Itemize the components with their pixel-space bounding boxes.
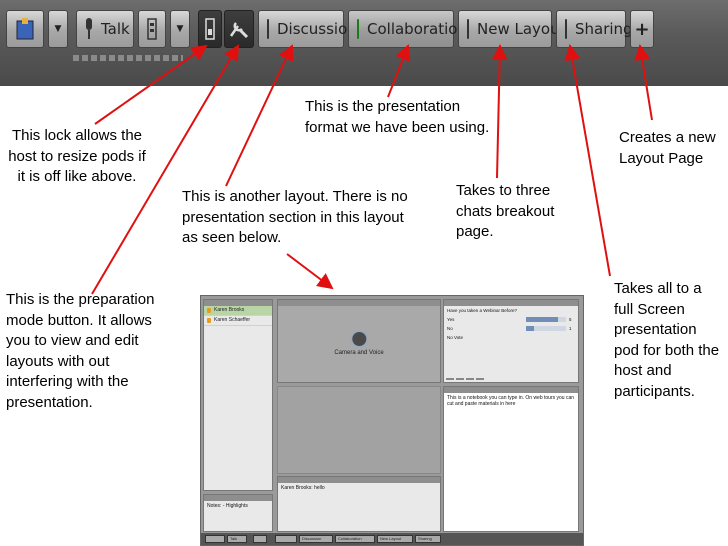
tab-collaboration-label: Collaboration: [367, 20, 467, 38]
callout-add-layout: Creates a new Layout Page: [619, 129, 716, 167]
active-layout-indicator: [357, 19, 359, 39]
poll-count: 5: [569, 317, 572, 322]
tab-discussion[interactable]: Discussion: [258, 10, 357, 48]
callout-discussion: This is another layout. There is no pres…: [182, 188, 408, 246]
tab-sharing[interactable]: Sharing: [556, 10, 633, 48]
preview-user-button: [205, 535, 225, 543]
tab-new-layout-label: New Layout: [477, 20, 566, 38]
layout-indicator: [565, 19, 567, 39]
preparation-mode-icon: [229, 22, 249, 39]
poll-bar: [526, 317, 558, 322]
blank-area: [277, 386, 441, 474]
chat-message: Karen Brooks: hello: [281, 485, 325, 491]
poll-bar: [526, 326, 534, 331]
preview-tab-collaboration: Collaboration: [335, 535, 375, 543]
poll-controls: [446, 378, 484, 380]
poll-control-button[interactable]: [466, 378, 474, 380]
add-layout-button[interactable]: +: [630, 10, 654, 48]
attendee-name: Karen Schaeffer: [214, 317, 251, 323]
attendee-icon: [207, 318, 211, 323]
pod-header: [278, 300, 440, 306]
camera-icon: [147, 18, 157, 40]
poll-option-label: Yes: [447, 317, 455, 322]
callout-sharing: Takes all to a full Screen presentation …: [614, 280, 720, 400]
tab-new-layout[interactable]: New Layout: [458, 10, 565, 48]
poll-control-button[interactable]: [446, 378, 454, 380]
camera-voice-pod: Camera and Voice: [277, 299, 441, 383]
plus-icon: +: [634, 18, 650, 40]
notes-pod: Notes: - Highlights: [203, 494, 273, 532]
layout-indicator: [467, 19, 469, 39]
poll-option: No Vote: [444, 333, 578, 342]
camera-label: Camera and Voice: [334, 350, 384, 356]
dropdown-arrow-icon: ▼: [176, 24, 184, 34]
poll-option-label: No: [447, 326, 453, 331]
attendee-row: Karen Schaeffer: [204, 316, 272, 326]
camera-button[interactable]: [138, 10, 166, 48]
camera-dropdown-arrow[interactable]: ▼: [170, 10, 190, 48]
preparation-mode-button[interactable]: [224, 10, 254, 48]
callout-collaboration: This is the presentation format we have …: [305, 98, 490, 136]
layout-indicator: [267, 19, 269, 39]
user-menu-button[interactable]: [6, 10, 44, 48]
chat-pod: Karen Brooks: hello: [277, 476, 441, 532]
notes-text: Notes: - Highlights: [207, 503, 248, 509]
talk-label: Talk: [101, 20, 130, 38]
notebook-pod: This is a notebook you can type in. On w…: [443, 386, 579, 532]
poll-option: No 1: [444, 324, 578, 333]
poll-option: Yes 5: [444, 315, 578, 324]
camera-placeholder: Camera and Voice: [334, 330, 384, 356]
dropdown-arrow-icon: ▼: [54, 24, 62, 34]
preview-prep-button: [275, 535, 297, 543]
preview-tab-discussion: Discussion: [299, 535, 333, 543]
tab-discussion-label: Discussion: [277, 20, 357, 38]
poll-count: 1: [569, 326, 572, 331]
webcam-icon: [350, 330, 368, 348]
preview-tab-new-layout: New Layout: [377, 535, 413, 543]
attendee-icon: [207, 308, 211, 313]
attendee-row: Karen Brooks: [204, 306, 272, 316]
user-dropdown-arrow[interactable]: ▼: [48, 10, 68, 48]
callout-preparation: This is the preparation mode button. It …: [6, 291, 155, 411]
poll-question: Have you taken a Webinar Before?: [447, 308, 517, 313]
microphone-icon: [86, 18, 92, 39]
preview-camera-button: [253, 535, 267, 543]
poll-option-label: No Vote: [447, 335, 464, 340]
attendees-pod: Karen Brooks Karen Schaeffer: [203, 299, 273, 491]
lock-button[interactable]: [198, 10, 222, 48]
tab-strip-decoration: [73, 55, 183, 61]
preview-talk-button: Talk: [227, 535, 247, 543]
attendee-name: Karen Brooks: [214, 307, 245, 313]
callout-lock: This lock allows the host to resize pods…: [8, 127, 146, 185]
poll-pod: Have you taken a Webinar Before? Yes 5 N…: [443, 299, 579, 383]
preview-toolbar: Talk Discussion Collaboration New Layout…: [201, 533, 583, 545]
tab-sharing-label: Sharing: [575, 20, 633, 38]
callout-new-layout: Takes to three chats breakout page.: [456, 182, 555, 240]
meeting-toolbar: ▼ Talk ▼ Discussion Collaboration New La…: [0, 0, 728, 86]
lock-icon: [205, 18, 215, 40]
preview-tab-sharing: Sharing: [415, 535, 441, 543]
tab-collaboration[interactable]: Collaboration: [348, 10, 467, 48]
notebook-text: This is a notebook you can type in. On w…: [447, 395, 575, 407]
user-icon: [16, 18, 34, 40]
layout-preview-screenshot: Karen Brooks Karen Schaeffer Notes: - Hi…: [200, 295, 584, 546]
arrow-preview: [286, 253, 334, 290]
poll-control-button[interactable]: [476, 378, 484, 380]
talk-button[interactable]: Talk: [76, 10, 134, 48]
poll-control-button[interactable]: [456, 378, 464, 380]
